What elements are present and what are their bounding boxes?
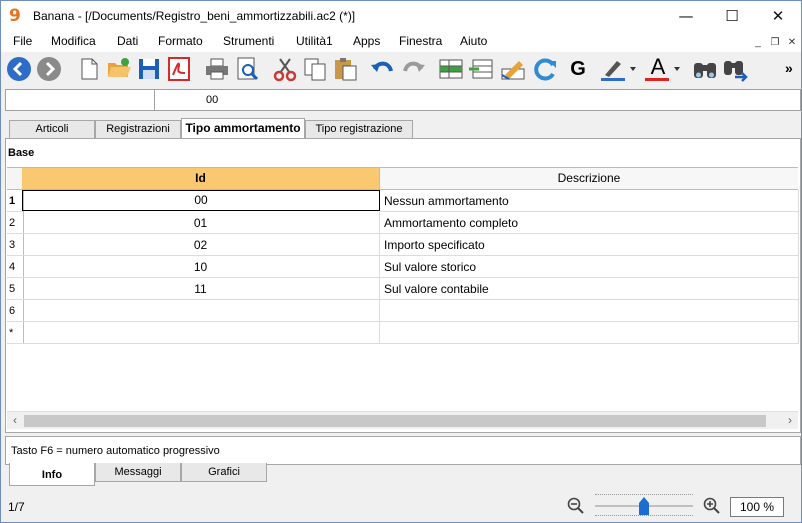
info-panel: Tasto F6 = numero automatico progressivo <box>5 436 801 465</box>
pdf-icon[interactable] <box>165 55 193 83</box>
minimize-button[interactable]: — <box>663 1 709 31</box>
close-button[interactable]: ✕ <box>755 1 801 31</box>
find-icon[interactable] <box>691 55 719 83</box>
title-bar: 9 Banana - [/Documents/Registro_beni_amm… <box>1 1 801 31</box>
table-cell-descrizione[interactable] <box>380 322 799 344</box>
insert-rows-icon[interactable] <box>467 55 495 83</box>
table-cell-id[interactable]: 11 <box>22 278 380 300</box>
add-rows-icon[interactable] <box>437 55 465 83</box>
tab-articoli[interactable]: Articoli <box>9 120 95 138</box>
font-color-icon[interactable]: A <box>643 55 683 83</box>
print-preview-icon[interactable] <box>233 55 261 83</box>
font-color-label: A <box>650 54 666 79</box>
column-header-descrizione[interactable]: Descrizione <box>380 168 798 190</box>
status-bar: 1/7 100 % <box>1 489 801 522</box>
maximize-button[interactable]: ☐ <box>709 1 755 31</box>
column-header-id[interactable]: Id <box>22 168 380 190</box>
data-grid: Id Descrizione 1 00 Nessun ammortamento … <box>7 167 799 413</box>
table-cell-id[interactable]: 02 <box>22 234 380 256</box>
table-cell-id[interactable]: 10 <box>22 256 380 278</box>
save-icon[interactable] <box>135 55 163 83</box>
table-cell-id[interactable]: 00 <box>22 190 380 211</box>
scroll-left-arrow-icon[interactable]: ‹ <box>7 412 23 429</box>
dropdown-arrow-icon <box>674 67 680 71</box>
zoom-slider-thumb[interactable] <box>639 497 649 515</box>
new-file-icon[interactable] <box>75 55 103 83</box>
print-icon[interactable] <box>203 55 231 83</box>
mdi-close-button[interactable]: ✕ <box>784 35 800 50</box>
menu-bar: File Modifica Dati Formato Strumenti Uti… <box>1 31 801 52</box>
menu-apps[interactable]: Apps <box>353 34 380 48</box>
zoom-level-field[interactable]: 100 % <box>730 497 784 517</box>
table-cell-descrizione[interactable]: Importo specificato <box>380 234 799 256</box>
cut-icon[interactable] <box>271 55 299 83</box>
open-folder-icon[interactable] <box>105 55 133 83</box>
menu-utilita[interactable]: Utilità1 <box>296 34 333 48</box>
tab-tipo-ammortamento[interactable]: Tipo ammortamento <box>181 118 305 139</box>
recalculate-icon[interactable] <box>531 55 559 83</box>
menu-aiuto[interactable]: Aiuto <box>460 34 487 48</box>
cell-address-bar: 00 <box>5 89 801 111</box>
zoom-slider[interactable] <box>595 494 693 518</box>
tab-tipo-registrazione[interactable]: Tipo registrazione <box>305 120 413 138</box>
tab-registrazioni[interactable]: Registrazioni <box>95 120 181 138</box>
paste-icon[interactable] <box>331 55 359 83</box>
menu-formato[interactable]: Formato <box>158 34 203 48</box>
table-cell-id[interactable] <box>22 300 380 322</box>
row-position: 1/7 <box>8 500 25 514</box>
toolbar: G A » <box>1 52 801 86</box>
mdi-minimize-button[interactable]: _ <box>750 35 766 50</box>
horizontal-scrollbar[interactable]: ‹ › <box>7 411 798 429</box>
window-title: Banana - [/Documents/Registro_beni_ammor… <box>33 9 356 23</box>
table-cell-id[interactable] <box>22 322 380 344</box>
app-logo-icon: 9 <box>9 6 21 26</box>
zoom-out-icon[interactable] <box>567 497 585 515</box>
menu-finestra[interactable]: Finestra <box>399 34 442 48</box>
scrollbar-thumb[interactable] <box>24 415 766 427</box>
menu-strumenti[interactable]: Strumenti <box>223 34 274 48</box>
cell-content-field[interactable]: 00 <box>206 94 218 106</box>
scroll-right-arrow-icon[interactable]: › <box>782 412 798 429</box>
table-cell-descrizione[interactable]: Sul valore contabile <box>380 278 799 300</box>
table-tabs: Articoli Registrazioni Tipo ammortamento… <box>1 118 801 139</box>
edit-row-icon[interactable] <box>499 55 527 83</box>
table-cell-descrizione[interactable]: Sul valore storico <box>380 256 799 278</box>
table-cell-id[interactable]: 01 <box>22 212 380 234</box>
back-icon[interactable] <box>5 55 33 83</box>
find-next-icon[interactable] <box>721 55 749 83</box>
table-cell-descrizione[interactable]: Ammortamento completo <box>380 212 799 234</box>
redo-icon[interactable] <box>399 55 427 83</box>
cell-reference-field[interactable] <box>6 90 155 110</box>
copy-icon[interactable] <box>301 55 329 83</box>
font-color-swatch <box>645 78 669 81</box>
view-name: Base <box>8 147 35 159</box>
undo-icon[interactable] <box>369 55 397 83</box>
row-header-corner <box>7 168 23 190</box>
zoom-in-icon[interactable] <box>703 497 721 515</box>
slider-ticks-bottom <box>595 515 693 519</box>
app-window: 9 Banana - [/Documents/Registro_beni_amm… <box>0 0 802 523</box>
menu-dati[interactable]: Dati <box>117 34 138 48</box>
highlight-color-icon[interactable] <box>599 55 639 83</box>
forward-icon[interactable] <box>35 55 63 83</box>
toolbar-overflow-button[interactable]: » <box>785 60 793 76</box>
table-cell-descrizione[interactable]: Nessun ammortamento <box>380 190 799 212</box>
tab-info[interactable]: Info <box>9 463 95 486</box>
menu-modifica[interactable]: Modifica <box>51 34 96 48</box>
bold-button[interactable]: G <box>567 55 589 83</box>
table-cell-descrizione[interactable] <box>380 300 799 322</box>
info-message: Tasto F6 = numero automatico progressivo <box>11 445 220 457</box>
tab-grafici[interactable]: Grafici <box>181 463 267 482</box>
info-tabs: Info Messaggi Grafici <box>1 463 801 487</box>
menu-file[interactable]: File <box>13 34 32 48</box>
mdi-restore-button[interactable]: ❐ <box>767 35 783 50</box>
tab-messaggi[interactable]: Messaggi <box>95 463 181 482</box>
table-panel: Base Id Descrizione 1 00 Nessun ammortam… <box>5 138 801 433</box>
